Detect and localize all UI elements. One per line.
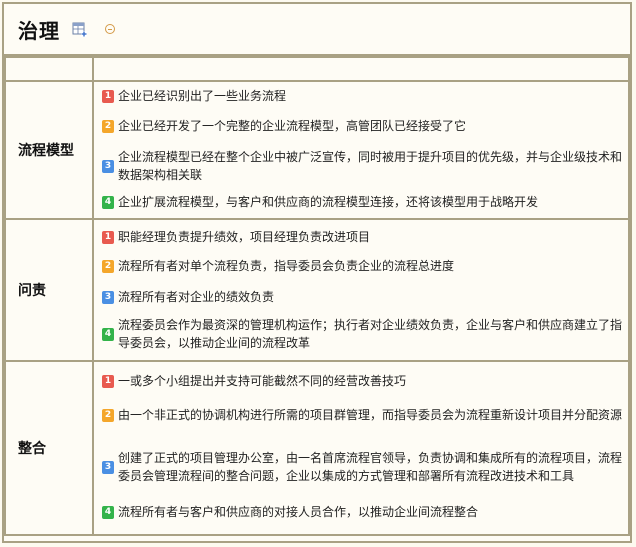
- item-text: 企业流程模型已经在整个企业中被广泛宣传，同时被用于提升项目的优先级，并与企业级技…: [118, 150, 623, 182]
- item-text: 职能经理负责提升绩效，项目经理负责改进项目: [118, 230, 371, 244]
- list-item: 3 企业流程模型已经在整个企业中被广泛宣传，同时被用于提升项目的优先级，并与企业…: [102, 144, 622, 188]
- level-badge: 3: [102, 159, 114, 173]
- table-row: 整合 1 一或多个小组提出并支持可能截然不同的经营改善技巧 2 由一个非正式的协…: [4, 360, 630, 536]
- table-insert-icon[interactable]: [72, 22, 87, 37]
- list-item: 2 企业已经开发了一个完整的企业流程模型，高管团队已经接受了它: [102, 108, 622, 144]
- items-cell: 1 企业已经识别出了一些业务流程 2 企业已经开发了一个完整的企业流程模型，高管…: [92, 80, 630, 220]
- level-badge: 4: [102, 195, 114, 209]
- list-item: 2 流程所有者对单个流程负责，指导委员会负责企业的流程总进度: [102, 250, 622, 282]
- table-row: 流程模型 1 企业已经识别出了一些业务流程 2 企业已经开发了一个完整的企业流程…: [4, 80, 630, 220]
- level-badge: 2: [102, 259, 114, 273]
- level-badge: 2: [102, 119, 114, 133]
- list-item: 4 企业扩展流程模型，与客户和供应商的流程模型连接，还将该模型用于战略开发: [102, 188, 622, 216]
- item-text: 流程所有者对单个流程负责，指导委员会负责企业的流程总进度: [118, 259, 455, 273]
- item-text: 企业已经识别出了一些业务流程: [118, 89, 287, 103]
- item-text: 一或多个小组提出并支持可能截然不同的经营改善技巧: [118, 374, 407, 388]
- table-row: 问责 1 职能经理负责提升绩效，项目经理负责改进项目 2 流程所有者对单个流程负…: [4, 218, 630, 362]
- item-text: 企业扩展流程模型，与客户和供应商的流程模型连接，还将该模型用于战略开发: [118, 195, 539, 209]
- level-badge: 3: [102, 460, 114, 474]
- governance-table: 流程模型 1 企业已经识别出了一些业务流程 2 企业已经开发了一个完整的企业流程…: [4, 56, 630, 536]
- category-cell: 整合: [4, 360, 94, 536]
- header-cell-2: [92, 56, 630, 82]
- page-title: 治理: [18, 18, 60, 43]
- list-item: 1 企业已经识别出了一些业务流程: [102, 84, 622, 108]
- list-item: 4 流程委员会作为最资深的管理机构运作；执行者对企业绩效负责，企业与客户和供应商…: [102, 312, 622, 356]
- level-badge: 2: [102, 408, 114, 422]
- level-badge: 3: [102, 290, 114, 304]
- list-item: 1 一或多个小组提出并支持可能截然不同的经营改善技巧: [102, 369, 622, 393]
- items-cell: 1 一或多个小组提出并支持可能截然不同的经营改善技巧 2 由一个非正式的协调机构…: [92, 360, 630, 536]
- list-item: 3 创建了正式的项目管理办公室，由一名首席流程官领导，负责协调和集成所有的流程项…: [102, 437, 622, 497]
- item-text: 由一个非正式的协调机构进行所需的项目群管理，而指导委员会为流程重新设计项目并分配…: [118, 408, 623, 422]
- category-cell: 问责: [4, 218, 94, 362]
- governance-panel: 治理 流程模型 1 企业已经识别出了一些业务流程 2 企业已经开发了一个完整的企…: [2, 2, 632, 543]
- item-text: 流程委员会作为最资深的管理机构运作；执行者对企业绩效负责，企业与客户和供应商建立…: [118, 318, 623, 350]
- level-badge: 1: [102, 230, 114, 244]
- level-badge: 1: [102, 374, 114, 388]
- item-text: 企业已经开发了一个完整的企业流程模型，高管团队已经接受了它: [118, 119, 467, 133]
- item-text: 流程所有者与客户和供应商的对接人员合作，以推动企业间流程整合: [118, 505, 479, 519]
- category-cell: 流程模型: [4, 80, 94, 220]
- list-item: 1 职能经理负责提升绩效，项目经理负责改进项目: [102, 224, 622, 250]
- item-text: 流程所有者对企业的绩效负责: [118, 290, 275, 304]
- list-item: 4 流程所有者与客户和供应商的对接人员合作，以推动企业间流程整合: [102, 497, 622, 527]
- list-item: 2 由一个非正式的协调机构进行所需的项目群管理，而指导委员会为流程重新设计项目并…: [102, 393, 622, 437]
- header-cell-1: [4, 56, 94, 82]
- level-badge: 4: [102, 505, 114, 519]
- items-cell: 1 职能经理负责提升绩效，项目经理负责改进项目 2 流程所有者对单个流程负责，指…: [92, 218, 630, 362]
- level-badge: 4: [102, 327, 114, 341]
- table-header-row: [4, 56, 630, 82]
- collapse-icon[interactable]: [105, 24, 115, 34]
- level-badge: 1: [102, 89, 114, 103]
- title-bar: 治理: [4, 4, 630, 56]
- item-text: 创建了正式的项目管理办公室，由一名首席流程官领导，负责协调和集成所有的流程项目，…: [118, 451, 623, 483]
- list-item: 3 流程所有者对企业的绩效负责: [102, 282, 622, 312]
